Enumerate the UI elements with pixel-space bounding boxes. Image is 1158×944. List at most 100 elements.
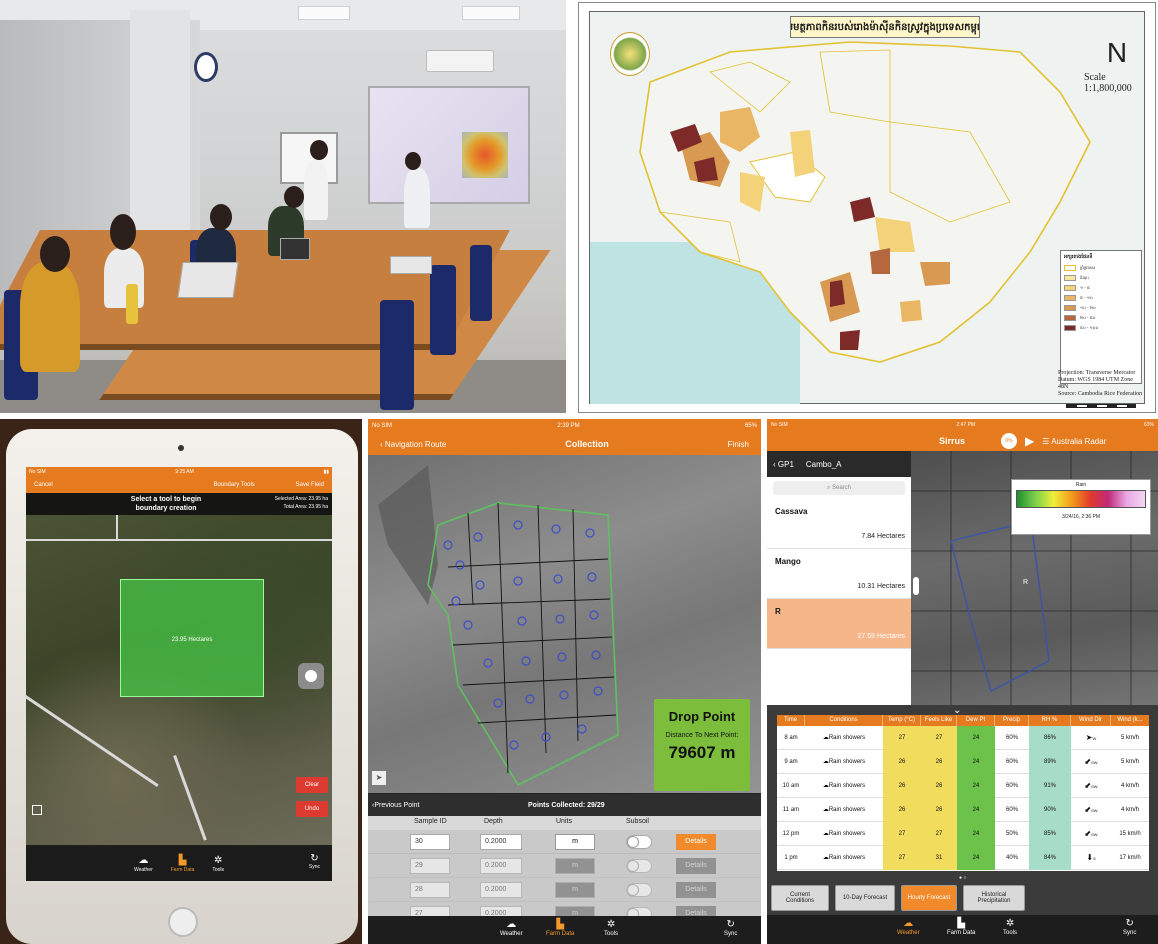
play-icon[interactable]: ▶: [1025, 434, 1034, 448]
header-depth: Depth: [484, 818, 503, 825]
sync-button[interactable]: ↻ Sync: [1123, 918, 1136, 936]
cell-wind-dir: ⬋ SW: [1071, 774, 1111, 798]
search-input[interactable]: ⌕ Search: [773, 481, 905, 495]
sync-button[interactable]: ↻ Sync: [724, 919, 737, 937]
subsoil-toggle[interactable]: [626, 859, 652, 873]
tab-label: Farm Data: [546, 931, 575, 937]
details-button[interactable]: Details: [676, 858, 716, 874]
th-feels: Feels Like: [921, 715, 957, 726]
sample-id-field[interactable]: 28: [410, 882, 450, 898]
sample-id-field[interactable]: 27: [410, 906, 450, 916]
legend-label: ៥០ - ១០០: [1080, 324, 1099, 330]
boundary-tools-button[interactable]: Boundary Tools: [214, 482, 255, 488]
location-icon[interactable]: ➤: [372, 771, 386, 785]
drop-point-card[interactable]: Drop Point Distance To Next Point: 79607…: [654, 699, 750, 791]
toggle-knob: [627, 836, 639, 848]
tab-tools[interactable]: ✲ Tools: [604, 919, 618, 937]
sample-id-field[interactable]: 29: [410, 858, 450, 874]
cell-time: 8 am: [784, 734, 798, 741]
menu-icon: ☰: [1042, 436, 1050, 446]
cell-dew-point: 24: [957, 749, 995, 774]
radar-menu-button[interactable]: ☰ Australia Radar: [1042, 437, 1106, 446]
tab-weather[interactable]: ☁ Weather: [134, 855, 153, 873]
ten-day-forecast-button[interactable]: 10-Day Forecast: [835, 885, 895, 911]
conditions-text: Rain showers: [828, 830, 866, 837]
collapse-handle[interactable]: [913, 577, 919, 595]
list-item[interactable]: R 27.55 Hectares: [767, 599, 911, 649]
depth-field[interactable]: 0.2000: [480, 882, 522, 898]
rain-gradient: [1016, 490, 1146, 508]
save-field-button[interactable]: Save Field: [296, 482, 324, 488]
tab-farm-data[interactable]: ▙ Farm Data: [546, 919, 574, 937]
subsoil-toggle[interactable]: [626, 883, 652, 897]
details-button[interactable]: Details: [676, 834, 716, 850]
legend-row: ១០ - ២០: [1064, 304, 1138, 311]
tab-farm-data[interactable]: ▙ Farm Data: [171, 855, 195, 873]
tablet-screen: No SIM 9:25 AM ▮▮ Cancel Boundary Tools …: [26, 467, 332, 881]
list-item[interactable]: Mango 10.31 Hectares: [767, 549, 911, 599]
conditions-text: Rain showers: [828, 758, 866, 765]
field-name: Cassava: [775, 507, 808, 516]
back-button[interactable]: ‹ GP1: [773, 460, 794, 469]
battery-level: 65%: [744, 423, 757, 429]
tab-farm-data[interactable]: ▙ Farm Data: [947, 918, 975, 936]
list-item[interactable]: Cassava 7.84 Hectares: [767, 499, 911, 549]
table-row: 1 pm ☁ Rain showers 27 31 24 40% 84% ⬇ S 17 km/h: [777, 845, 1149, 870]
back-button[interactable]: ‹ Navigation Route: [380, 440, 446, 449]
undo-button[interactable]: Undo: [296, 801, 328, 817]
depth-field[interactable]: 0.2000: [480, 858, 522, 874]
sync-button[interactable]: ↻ Sync: [309, 853, 320, 870]
person-head: [210, 204, 232, 230]
clock: 2:47 PM: [956, 422, 976, 428]
tool-button[interactable]: [298, 663, 324, 689]
cancel-button[interactable]: Cancel: [34, 482, 53, 488]
units-field[interactable]: m: [555, 882, 595, 898]
sample-row: 27 0.2000 m Details: [368, 902, 761, 916]
person: [20, 262, 80, 372]
details-button[interactable]: Details: [676, 906, 716, 916]
depth-field[interactable]: 0.2000: [480, 834, 522, 850]
details-button[interactable]: Details: [676, 882, 716, 898]
subsoil-toggle[interactable]: [626, 835, 652, 849]
field-name: R: [775, 607, 781, 616]
legend-label: ៥ - ១០: [1080, 294, 1093, 300]
forecast-panel: ⌄ Time Conditions Temp (°C) Feels Like D…: [767, 705, 1158, 915]
federation-logo: [610, 32, 650, 76]
tab-bar: ☁ Weather ▙ Farm Data ✲ Tools ↻ Sync: [767, 915, 1158, 944]
table-row: 10 am ☁ Rain showers 26 26 24 60% 91% ⬋ SW 4 km/…: [777, 773, 1149, 798]
checkbox[interactable]: [32, 805, 42, 815]
units-field[interactable]: m: [555, 906, 595, 916]
distance-label: Distance To Next Point:: [665, 732, 739, 739]
tab-weather[interactable]: ☁ Weather: [897, 918, 920, 936]
tab-label: Tools: [212, 867, 225, 873]
meeting-room-photo: [0, 0, 566, 413]
current-conditions-button[interactable]: Current Conditions: [771, 885, 829, 911]
subsoil-toggle[interactable]: [626, 907, 652, 916]
tab-tools[interactable]: ✲ Tools: [212, 855, 224, 873]
tab-weather[interactable]: ☁ Weather: [500, 919, 523, 937]
previous-point-button[interactable]: ‹Previous Point: [372, 802, 419, 809]
points-bar: ‹Previous Point Points Collected: 29/29: [368, 794, 761, 816]
sample-id-field[interactable]: 30: [410, 834, 450, 850]
tractor-icon: ▙: [957, 918, 966, 929]
tab-tools[interactable]: ✲ Tools: [1003, 918, 1017, 936]
cell-wind: 4 km/h: [1120, 806, 1139, 813]
wind-arrow-icon: ⬇: [1086, 852, 1094, 862]
units-field[interactable]: m: [555, 834, 595, 850]
tablet-photo: No SIM 9:25 AM ▮▮ Cancel Boundary Tools …: [0, 419, 362, 944]
map-frame: សមត្ថភាពកិនរបស់រោងម៉ាស៊ីនកិនស្រូវក្នុងប្…: [589, 11, 1145, 408]
conditions-text: Rain showers: [828, 782, 866, 789]
legend-swatch: [1064, 324, 1076, 331]
th-dew: Dew Pt: [957, 715, 995, 726]
satellite-map[interactable]: 23.95 Hectares Clear Undo: [26, 515, 332, 845]
home-button[interactable]: [168, 907, 198, 937]
depth-field[interactable]: 0.2000: [480, 906, 522, 916]
historical-precipitation-button[interactable]: Historical Precipitation: [963, 885, 1025, 911]
cell-feels-like: 26: [921, 749, 957, 774]
clear-button[interactable]: Clear: [296, 777, 328, 793]
hourly-forecast-button[interactable]: Hourly Forecast: [901, 885, 957, 911]
cell-feels-like: 27: [921, 725, 957, 750]
units-field[interactable]: m: [555, 858, 595, 874]
finish-button[interactable]: Finish: [728, 440, 749, 449]
collage: សមត្ថភាពកិនរបស់រោងម៉ាស៊ីនកិនស្រូវក្នុងប្…: [0, 0, 1158, 944]
